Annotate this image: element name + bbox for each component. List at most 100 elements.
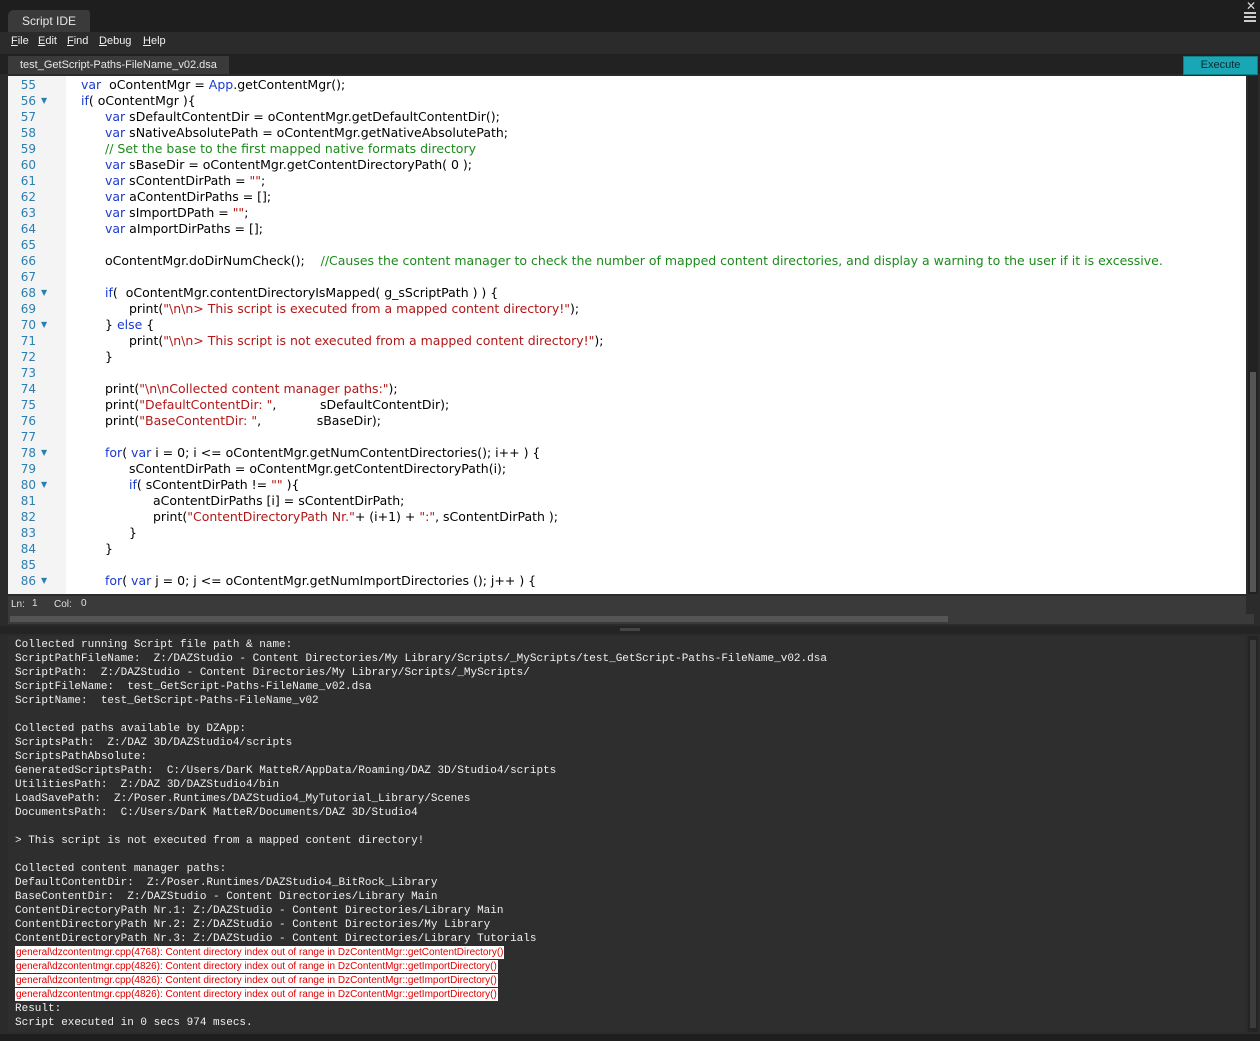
code-token: {	[142, 317, 155, 332]
file-tab[interactable]: test_GetScript-Paths-FileName_v02.dsa	[8, 56, 229, 74]
keyword-token: for	[105, 573, 123, 588]
error-line: general\dzcontentmgr.cpp(4826): Content …	[15, 988, 498, 1001]
menu-find[interactable]: Find	[67, 35, 88, 47]
keyword-token: if	[129, 477, 137, 492]
code-line[interactable]: 59 // Set the base to the first mapped na…	[8, 141, 1246, 157]
code-line[interactable]: 72}	[8, 349, 1246, 365]
close-icon[interactable]: ✕	[1246, 0, 1256, 12]
code-line[interactable]: 70 ▼} else {	[8, 317, 1246, 333]
code-token: i = 0; i <= oContentMgr.getNumContentDir…	[151, 445, 541, 460]
code-line[interactable]: 58 var sNativeAbsolutePath = oContentMgr.…	[8, 125, 1246, 141]
code-text: var sImportDPath = "";	[105, 205, 248, 221]
code-line[interactable]: 80 ▼ if( sContentDirPath != "" ){	[8, 477, 1246, 493]
code-line[interactable]: 64 var aImportDirPaths = [];	[8, 221, 1246, 237]
output-line: Collected paths available by DZApp:	[15, 723, 247, 735]
output-line: LoadSavePath: Z:/Poser.Runtimes/DAZStudi…	[15, 793, 471, 805]
code-token: print(	[129, 333, 164, 348]
code-line[interactable]: 86 ▼ for( var j = 0; j <= oContentMgr.getN…	[8, 573, 1246, 589]
code-line[interactable]: 81 aContentDirPaths [i] = sContentDirPath…	[8, 493, 1246, 509]
execute-button[interactable]: Execute	[1183, 56, 1258, 75]
window-menu-icon[interactable]	[1244, 12, 1256, 26]
code-line[interactable]: 60 var sBaseDir = oContentMgr.getContentD…	[8, 157, 1246, 173]
code-line[interactable]: 82 print("ContentDirectoryPath Nr."+ (i+1…	[8, 509, 1246, 525]
line-number: 77	[20, 430, 36, 444]
editor-horizontal-scrollbar[interactable]	[8, 614, 1254, 624]
keyword-token: var	[105, 221, 126, 236]
menu-edit[interactable]: Edit	[38, 35, 57, 47]
code-line[interactable]: 69 print("\n\n> This script is executed f…	[8, 301, 1246, 317]
code-text: var sNativeAbsolutePath = oContentMgr.ge…	[105, 125, 508, 141]
code-line[interactable]: 61 var sContentDirPath = "";	[8, 173, 1246, 189]
code-line[interactable]: 55 var oContentMgr = App.getContentMgr();	[8, 77, 1246, 93]
editor-vertical-scrollbar[interactable]	[1248, 76, 1258, 594]
code-line[interactable]: 79 sContentDirPath = oContentMgr.getConte…	[8, 461, 1246, 477]
line-number: 81	[20, 494, 36, 508]
output-vertical-scrollbar[interactable]	[1248, 636, 1258, 1032]
title-bar: Script IDE ✕	[0, 0, 1260, 32]
code-line[interactable]: 67	[8, 269, 1246, 285]
code-line[interactable]: 56 ▼ if( oContentMgr ){	[8, 93, 1246, 109]
output-line: ContentDirectoryPath Nr.1: Z:/DAZStudio …	[15, 905, 504, 917]
code-token: sContentDirPath = oContentMgr.getContent…	[129, 461, 507, 476]
line-number: 69	[20, 302, 36, 316]
code-line[interactable]: 62 var aContentDirPaths = [];	[8, 189, 1246, 205]
code-line[interactable]: 74 print("\n\nCollected content manager p…	[8, 381, 1246, 397]
splitter-grip[interactable]	[620, 628, 640, 631]
code-text: print("BaseContentDir: ", sBaseDir);	[105, 413, 381, 429]
code-token: oContentMgr.doDirNumCheck();	[105, 253, 321, 268]
code-token: }	[105, 541, 113, 556]
line-number: 57	[20, 110, 36, 124]
string-token: "DefaultContentDir: "	[139, 397, 273, 412]
code-line[interactable]: 66 oContentMgr.doDirNumCheck(); //Causes …	[8, 253, 1246, 269]
code-token: }	[105, 349, 113, 364]
column-label: Col:	[54, 599, 72, 610]
fold-arrow-icon[interactable]: ▼	[41, 573, 47, 589]
code-editor[interactable]: 55 var oContentMgr = App.getContentMgr();…	[8, 76, 1246, 594]
code-line[interactable]: 63 var sImportDPath = "";	[8, 205, 1246, 221]
line-number: 63	[20, 206, 36, 220]
code-token: sImportDPath =	[125, 205, 233, 220]
code-line[interactable]: 83}	[8, 525, 1246, 541]
fold-arrow-icon[interactable]: ▼	[41, 285, 47, 301]
code-line[interactable]: 57 var sDefaultContentDir = oContentMgr.g…	[8, 109, 1246, 125]
code-text: var sContentDirPath = "";	[105, 173, 265, 189]
line-number: 79	[20, 462, 36, 476]
fold-arrow-icon[interactable]: ▼	[41, 477, 47, 493]
code-line[interactable]: 77	[8, 429, 1246, 445]
string-token: "\n\n> This script is not executed from …	[163, 333, 595, 348]
menu-file[interactable]: File	[11, 35, 29, 47]
output-console[interactable]: Collected running Script file path & nam…	[8, 636, 1246, 1032]
scrollbar-thumb[interactable]	[10, 616, 948, 622]
scrollbar-thumb[interactable]	[1250, 640, 1256, 1028]
keyword-token: App	[208, 77, 234, 92]
output-line: ScriptPath: Z:/DAZStudio - Content Direc…	[15, 667, 530, 679]
fold-arrow-icon[interactable]: ▼	[41, 445, 47, 461]
code-line[interactable]: 78 ▼ for( var i = 0; i <= oContentMgr.getN…	[8, 445, 1246, 461]
code-line[interactable]: 84}	[8, 541, 1246, 557]
code-line[interactable]: 65	[8, 237, 1246, 253]
line-label: Ln:	[11, 599, 25, 610]
code-line[interactable]: 85	[8, 557, 1246, 573]
fold-arrow-icon[interactable]: ▼	[41, 93, 47, 109]
pane-splitter[interactable]	[0, 626, 1260, 634]
window-title-tab[interactable]: Script IDE	[8, 10, 91, 32]
code-line[interactable]: 71 print("\n\n> This script is not execut…	[8, 333, 1246, 349]
error-line: general\dzcontentmgr.cpp(4826): Content …	[15, 960, 498, 973]
keyword-token: if	[81, 93, 89, 108]
string-token: ""	[232, 205, 245, 220]
code-text: var aContentDirPaths = [];	[105, 189, 271, 205]
menu-help[interactable]: Help	[143, 35, 166, 47]
code-line[interactable]: 73	[8, 365, 1246, 381]
keyword-token: var	[131, 445, 152, 460]
code-token: (	[122, 573, 132, 588]
bottom-edge	[0, 1034, 1260, 1041]
code-token: oContentMgr =	[101, 77, 209, 92]
code-token: sContentDirPath =	[125, 173, 250, 188]
code-line[interactable]: 68 ▼ if( oContentMgr.contentDirectoryIsMap…	[8, 285, 1246, 301]
code-line[interactable]: 76 print("BaseContentDir: ", sBaseDir);	[8, 413, 1246, 429]
fold-arrow-icon[interactable]: ▼	[41, 317, 47, 333]
menu-debug[interactable]: Debug	[99, 35, 131, 47]
scrollbar-thumb[interactable]	[1250, 372, 1256, 592]
output-line: ContentDirectoryPath Nr.3: Z:/DAZStudio …	[15, 933, 537, 945]
code-line[interactable]: 75 print("DefaultContentDir: ", sDefaultC…	[8, 397, 1246, 413]
